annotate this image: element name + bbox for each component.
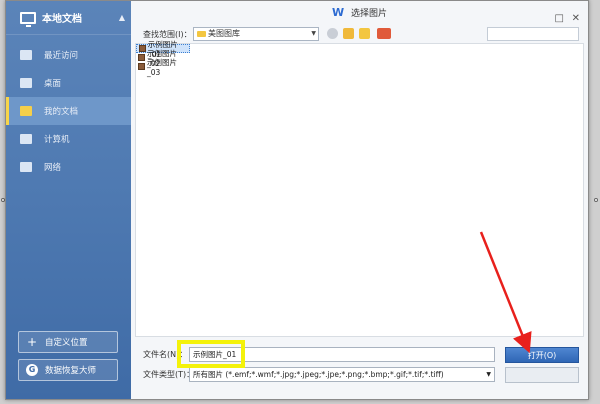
sidebar-item-my-documents[interactable]: 我的文档 <box>6 97 131 125</box>
file-open-dialog: 本地文档 ▲ 最近访问 桌面 我的文档 计算机 网络 + 自定义位置 G 数据恢… <box>5 0 589 400</box>
custom-location-label: 自定义位置 <box>45 338 88 348</box>
annotation-highlight-box <box>177 340 245 368</box>
sidebar-item-label: 桌面 <box>44 79 62 89</box>
collapse-icon[interactable]: ▲ <box>119 13 125 22</box>
back-icon[interactable] <box>327 28 338 39</box>
sidebar-item-network[interactable]: 网络 <box>6 153 131 181</box>
bottom-panel: 文件名(N)： 示例图片_01 文件类型(T)： 所有图片 (*.emf;*.w… <box>131 339 588 399</box>
sidebar-item-label: 计算机 <box>44 135 70 145</box>
search-input[interactable] <box>487 27 579 41</box>
image-file-icon <box>139 45 146 52</box>
up-folder-icon[interactable] <box>343 28 354 39</box>
computer-icon <box>20 11 36 27</box>
plus-icon: + <box>27 335 38 349</box>
cancel-button[interactable] <box>505 367 579 383</box>
filetype-select[interactable]: 所有图片 (*.emf;*.wmf;*.jpg;*.jpeg;*.jpe;*.p… <box>189 367 495 382</box>
sidebar-header-label: 本地文档 <box>42 14 82 25</box>
sidebar-item-computer[interactable]: 计算机 <box>6 125 131 153</box>
image-file-icon <box>138 63 145 70</box>
data-recovery-label: 数据恢复大师 <box>45 366 97 376</box>
view-menu-icon[interactable] <box>377 28 391 39</box>
computer-icon <box>20 134 32 144</box>
sidebar-item-label: 网络 <box>44 163 62 173</box>
sidebar-item-desktop[interactable]: 桌面 <box>6 69 131 97</box>
folder-icon <box>197 31 206 37</box>
title-bar: W 选择图片 □ ✕ <box>131 1 588 25</box>
recent-icon <box>20 50 32 60</box>
lookin-value: 美图图库 <box>208 29 240 38</box>
wps-logo-icon: W <box>331 6 345 19</box>
sidebar: 本地文档 ▲ 最近访问 桌面 我的文档 计算机 网络 + 自定义位置 G 数据恢… <box>6 1 131 399</box>
folder-icon <box>20 106 32 116</box>
filetype-value: 所有图片 (*.emf;*.wmf;*.jpg;*.jpeg;*.jpe;*.p… <box>193 370 444 379</box>
custom-location-button[interactable]: + 自定义位置 <box>18 331 118 353</box>
lookin-combo[interactable]: 美图图库 ▼ <box>193 27 319 41</box>
resize-handle-right[interactable] <box>594 198 598 202</box>
open-button[interactable]: 打开(O) <box>505 347 579 363</box>
toolbar: 查找范围(I)： 美图图库 ▼ <box>131 25 588 43</box>
sidebar-item-recent[interactable]: 最近访问 <box>6 41 131 69</box>
sidebar-header[interactable]: 本地文档 ▲ <box>6 1 131 35</box>
list-item[interactable]: 示例图片_03 <box>136 58 190 77</box>
sidebar-item-label: 最近访问 <box>44 51 79 61</box>
desktop-icon <box>20 78 32 88</box>
chevron-down-icon: ▼ <box>486 371 491 378</box>
data-recovery-button[interactable]: G 数据恢复大师 <box>18 359 118 381</box>
new-folder-icon[interactable] <box>359 28 370 39</box>
network-icon <box>20 162 32 172</box>
main-panel: W 选择图片 □ ✕ 查找范围(I)： 美图图库 ▼ 示例图片_01 示例图片_… <box>131 1 588 399</box>
chevron-down-icon: ▼ <box>311 30 316 37</box>
image-file-icon <box>138 54 145 61</box>
file-list[interactable]: 示例图片_01 示例图片_02 示例图片_03 <box>135 40 584 337</box>
dialog-title: 选择图片 <box>351 9 388 19</box>
file-name: 示例图片_03 <box>146 57 177 77</box>
recovery-icon: G <box>26 364 38 376</box>
filetype-label: 文件类型(T)： <box>143 370 195 379</box>
sidebar-item-label: 我的文档 <box>44 107 79 117</box>
